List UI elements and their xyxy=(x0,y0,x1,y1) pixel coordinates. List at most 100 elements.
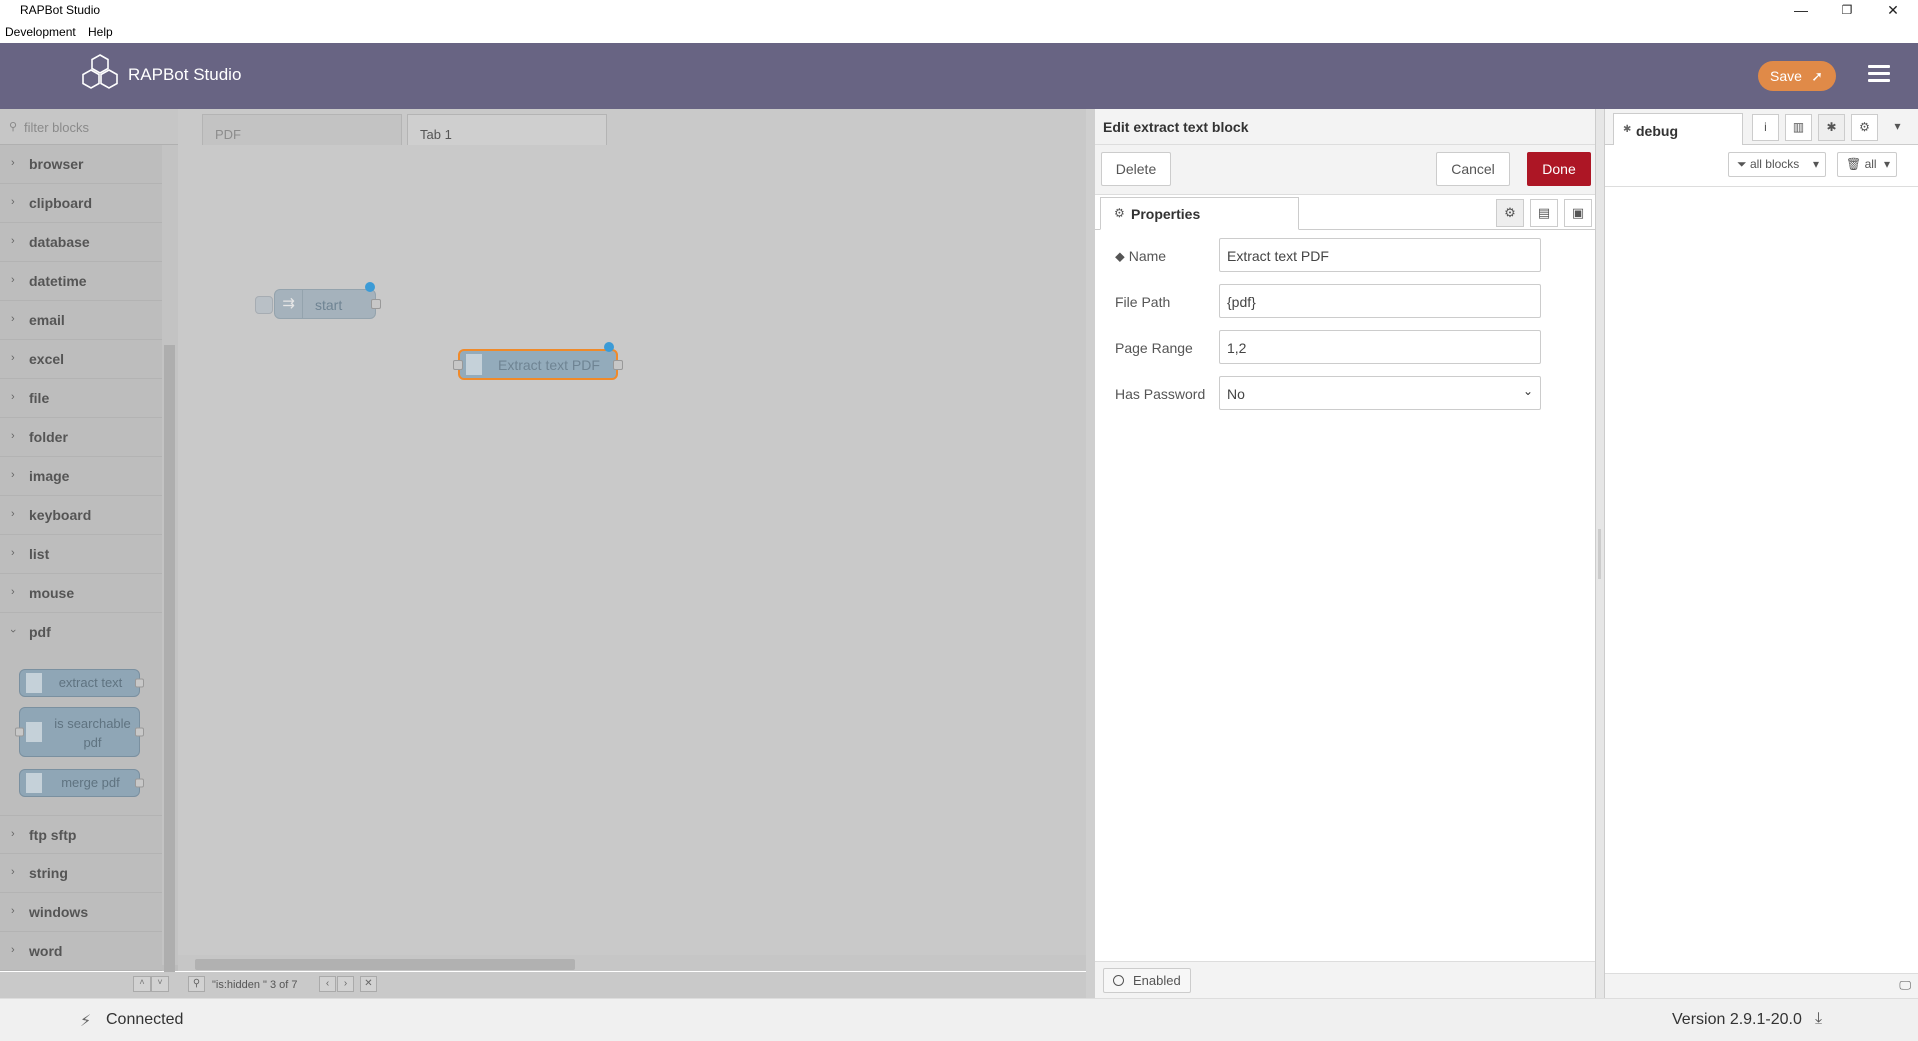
palette-node-merge-pdf[interactable]: merge pdf xyxy=(19,769,144,797)
chevron-right-icon: › xyxy=(11,196,15,208)
chevron-down-icon[interactable]: ▾ xyxy=(1884,114,1911,141)
appearance-icon[interactable]: ▣ xyxy=(1564,199,1592,227)
tab-debug[interactable]: ✱ debug xyxy=(1613,113,1743,145)
settings-icon[interactable]: ⚙ xyxy=(1496,199,1524,227)
category-pdf[interactable]: › pdf xyxy=(0,613,162,652)
workspace-horizontal-scrollbar[interactable] xyxy=(178,955,1086,971)
tab-pdf[interactable]: PDF xyxy=(202,114,402,145)
hamburger-menu-icon[interactable] xyxy=(1868,65,1890,85)
category-windows[interactable]: › windows xyxy=(0,893,162,932)
minimize-button[interactable]: — xyxy=(1778,0,1824,22)
category-excel[interactable]: › excel xyxy=(0,340,162,379)
search-icon[interactable]: ⚲ xyxy=(188,976,205,992)
category-list[interactable]: › list xyxy=(0,535,162,574)
palette-node-is-searchable-pdf[interactable]: is searchable pdf xyxy=(15,707,144,757)
clear-dropdown[interactable]: 🗑 all ▾ xyxy=(1837,152,1897,177)
category-datetime[interactable]: › datetime xyxy=(0,262,162,301)
flow-node-extract-text-pdf[interactable]: Extract text PDF xyxy=(453,342,623,380)
file-path-input[interactable]: {pdf} xyxy=(1219,284,1541,318)
scrollbar-thumb[interactable] xyxy=(164,345,175,985)
splitter-handle[interactable] xyxy=(1598,529,1601,579)
monitor-icon[interactable]: 🖵 xyxy=(1899,978,1911,993)
previous-result-icon[interactable]: ‹ xyxy=(319,976,336,992)
menu-development[interactable]: Development xyxy=(5,25,76,39)
gear-icon[interactable]: ⚙ xyxy=(1851,114,1878,141)
changed-indicator xyxy=(365,282,375,292)
chevron-right-icon: › xyxy=(11,547,15,559)
enabled-toggle[interactable]: Enabled xyxy=(1103,968,1191,993)
scrollbar-thumb[interactable] xyxy=(195,959,575,970)
has-password-select[interactable]: No xyxy=(1219,376,1541,410)
info-icon[interactable]: i xyxy=(1752,114,1779,141)
output-port[interactable] xyxy=(613,359,623,370)
close-window-button[interactable]: ✕ xyxy=(1870,0,1916,22)
sidebar-splitter[interactable] xyxy=(1596,109,1604,998)
search-icon: ⚲ xyxy=(9,121,18,133)
flow-workspace[interactable]: PDF Tab 1 ⇉ start Extract text PDF xyxy=(178,109,1086,971)
tab-label: debug xyxy=(1636,123,1678,139)
document-icon xyxy=(26,673,42,693)
debug-sidebar: ✱ debug i ▥ ✱ ⚙ ▾ ⏷ all blocks ▾ 🗑 all ▾… xyxy=(1604,109,1918,998)
filter-blocks-input[interactable]: ⚲ filter blocks xyxy=(0,109,178,145)
chevron-right-icon: › xyxy=(11,828,15,840)
cancel-button[interactable]: Cancel xyxy=(1436,152,1510,186)
menu-help[interactable]: Help xyxy=(88,25,113,39)
category-browser[interactable]: › browser xyxy=(0,145,162,184)
debug-toolbar: ⏷ all blocks ▾ 🗑 all ▾ xyxy=(1605,145,1918,187)
delete-button[interactable]: Delete xyxy=(1101,152,1171,186)
category-file[interactable]: › file xyxy=(0,379,162,418)
chevron-right-icon: › xyxy=(11,430,15,442)
restore-button[interactable]: ❐ xyxy=(1824,0,1870,22)
name-input[interactable]: Extract text PDF xyxy=(1219,238,1541,272)
done-button[interactable]: Done xyxy=(1527,152,1591,186)
category-string[interactable]: › string xyxy=(0,854,162,893)
download-icon[interactable]: ⤓ xyxy=(1815,1010,1822,1028)
inject-button[interactable] xyxy=(255,296,273,314)
category-image[interactable]: › image xyxy=(0,457,162,496)
clear-search-icon[interactable]: ✕ xyxy=(360,976,377,992)
category-ftp-sftp[interactable]: › ftp sftp xyxy=(0,815,162,854)
category-keyboard[interactable]: › keyboard xyxy=(0,496,162,535)
window-title: RAPBot Studio xyxy=(20,3,101,17)
category-clipboard[interactable]: › clipboard xyxy=(0,184,162,223)
category-label: string xyxy=(29,865,68,881)
category-database[interactable]: › database xyxy=(0,223,162,262)
book-icon[interactable]: ▥ xyxy=(1785,114,1812,141)
trash-icon: 🗑 xyxy=(1846,157,1862,171)
palette-node-extract-text[interactable]: extract text xyxy=(19,669,144,697)
filter-dropdown[interactable]: ⏷ all blocks ▾ xyxy=(1728,152,1826,177)
page-range-label: Page Range xyxy=(1115,340,1193,356)
connection-status: Connected xyxy=(106,1011,184,1028)
output-port[interactable] xyxy=(371,299,381,309)
output-port xyxy=(135,678,144,688)
tab-tab-1[interactable]: Tab 1 xyxy=(407,114,607,145)
category-word[interactable]: › word xyxy=(0,932,162,971)
collapse-down-icon[interactable]: ˅ xyxy=(151,976,169,992)
field-name: ⬥ Name Extract text PDF xyxy=(1095,238,1595,274)
tray-footer: Enabled xyxy=(1095,961,1595,998)
name-label: ⬥ Name xyxy=(1115,248,1166,265)
bug-tab-icon[interactable]: ✱ xyxy=(1818,114,1845,141)
category-folder[interactable]: › folder xyxy=(0,418,162,457)
window-titlebar: RAPBot Studio — ❐ ✕ xyxy=(0,0,1918,22)
app-header: RAPBot Studio Save ➚ xyxy=(0,43,1918,109)
category-email[interactable]: › email xyxy=(0,301,162,340)
flow-node-start[interactable]: ⇉ start xyxy=(255,282,381,319)
category-mouse[interactable]: › mouse xyxy=(0,574,162,613)
search-status: "is:hidden " 3 of 7 xyxy=(212,979,298,991)
plug-icon: ⚡ xyxy=(80,1013,92,1030)
tab-properties[interactable]: ⚙ Properties xyxy=(1100,197,1299,230)
description-icon[interactable]: ▤ xyxy=(1530,199,1558,227)
page-range-input[interactable]: 1,2 xyxy=(1219,330,1541,364)
palette-scrollbar[interactable] xyxy=(162,145,178,985)
category-label: file xyxy=(29,390,50,406)
input-port xyxy=(15,727,24,737)
collapse-up-icon[interactable]: ˄ xyxy=(133,976,151,992)
input-port[interactable] xyxy=(453,359,463,370)
output-port xyxy=(135,727,144,737)
chevron-right-icon: › xyxy=(11,157,15,169)
category-label: windows xyxy=(29,904,89,920)
save-button[interactable]: Save ➚ xyxy=(1758,61,1836,91)
name-label-text: Name xyxy=(1128,248,1167,264)
next-result-icon[interactable]: › xyxy=(337,976,354,992)
